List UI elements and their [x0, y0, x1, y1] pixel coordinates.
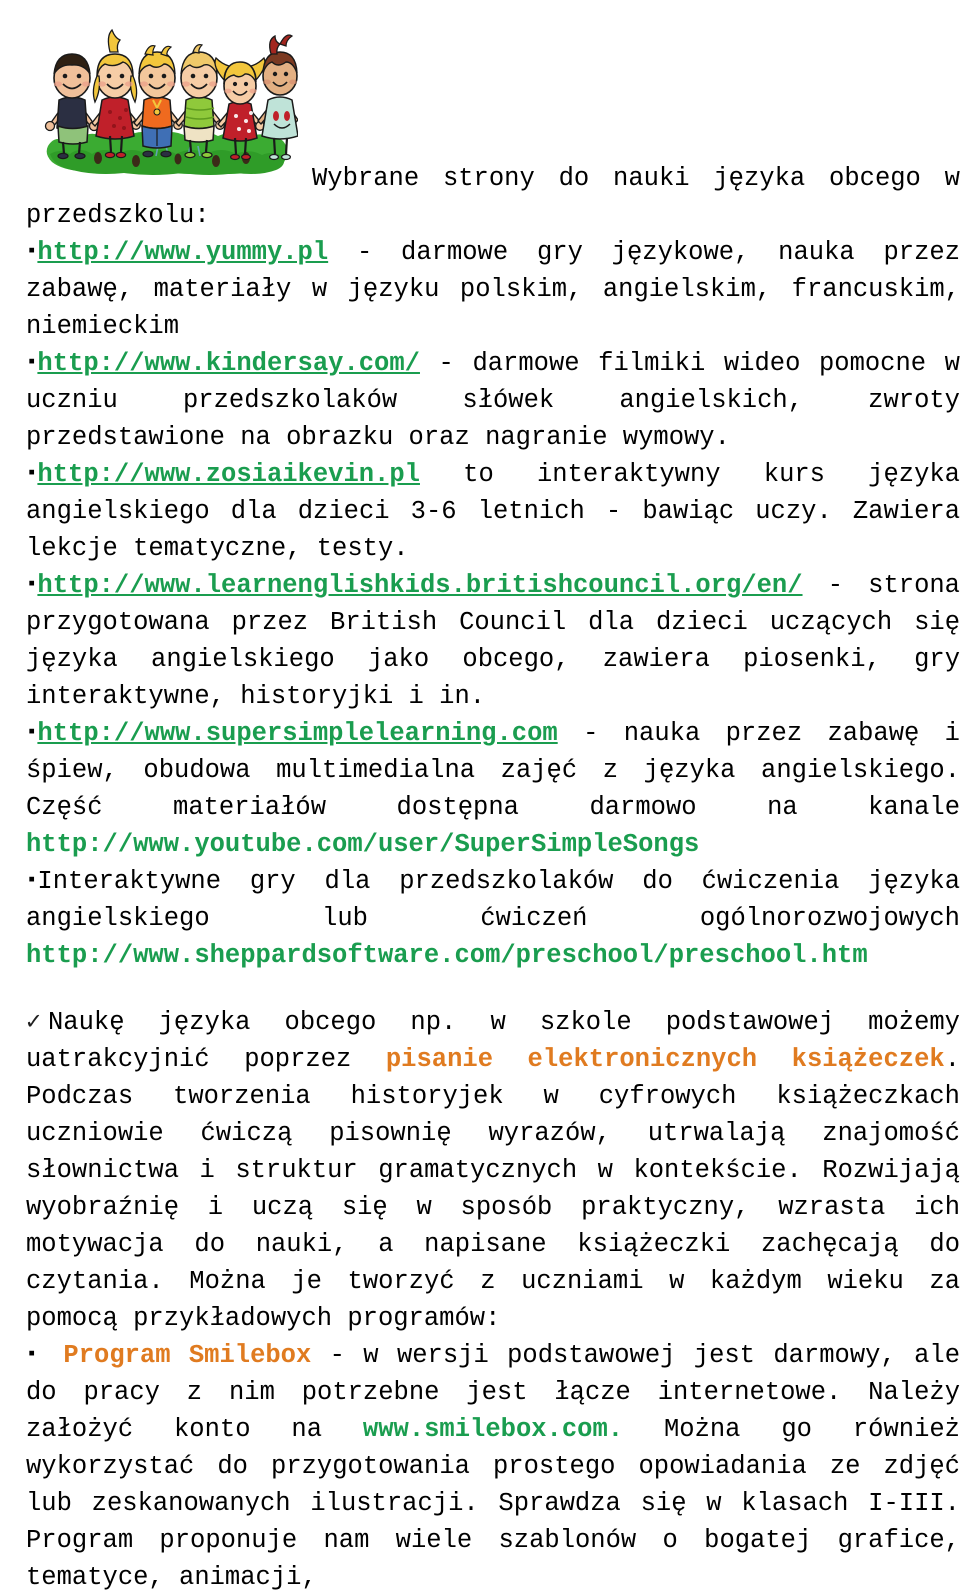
program-list-item: ▪ Program Smilebox - w wersji podstawowej… — [26, 1337, 960, 1596]
list-item: ▪http://www.supersimplelearning.com - na… — [26, 715, 960, 863]
link-kindersay[interactable]: http://www.kindersay.com/ — [37, 349, 420, 378]
highlight-pisanie-ksiazeczek: pisanie elektronicznych książeczek — [385, 1045, 945, 1074]
list-item-text: Interaktywne gry dla przedszkolaków do ć… — [26, 867, 960, 933]
document-content: Wybrane strony do nauki języka obcego w … — [26, 0, 960, 1596]
link-yummy[interactable]: http://www.yummy.pl — [37, 238, 328, 267]
square-bullet-icon: ▪ — [26, 351, 38, 373]
list-item: ▪http://www.kindersay.com/ - darmowe fil… — [26, 345, 960, 456]
list-item: ▪http://www.learnenglishkids.britishcoun… — [26, 567, 960, 715]
square-bullet-icon: ▪ — [26, 1343, 38, 1365]
link-youtube-supersimplesongs[interactable]: http://www.youtube.com/user/SuperSimpleS… — [26, 830, 699, 859]
link-zosiaikevin[interactable]: http://www.zosiaikevin.pl — [37, 460, 420, 489]
square-bullet-icon: ▪ — [26, 240, 38, 262]
list-item: ▪http://www.zosiaikevin.pl to interaktyw… — [26, 456, 960, 567]
check-text-part2: . Podczas tworzenia historyjek w cyfrowy… — [26, 1045, 960, 1333]
check-list-item: ✓ Naukę języka obcego np. w szkole podsta… — [26, 1004, 960, 1337]
program-name-smilebox: Program Smilebox — [63, 1341, 312, 1370]
list-item: ▪Interaktywne gry dla przedszkolaków do … — [26, 863, 960, 974]
link-sheppardsoftware[interactable]: http://www.sheppardsoftware.com/preschoo… — [26, 941, 868, 970]
square-bullet-icon: ▪ — [26, 573, 38, 595]
link-smilebox[interactable]: www.smilebox.com. — [363, 1415, 623, 1444]
list-item: ▪http://www.yummy.pl - darmowe gry język… — [26, 234, 960, 345]
link-learnenglishkids[interactable]: http://www.learnenglishkids.britishcounc… — [37, 571, 802, 600]
link-supersimplelearning[interactable]: http://www.supersimplelearning.com — [37, 719, 557, 748]
check-mark-icon: ✓ — [26, 1008, 42, 1037]
children-clipart — [40, 18, 298, 190]
document-page: Wybrane strony do nauki języka obcego w … — [0, 0, 960, 1592]
square-bullet-icon: ▪ — [26, 869, 38, 891]
square-bullet-icon: ▪ — [26, 721, 38, 743]
square-bullet-icon: ▪ — [26, 462, 38, 484]
